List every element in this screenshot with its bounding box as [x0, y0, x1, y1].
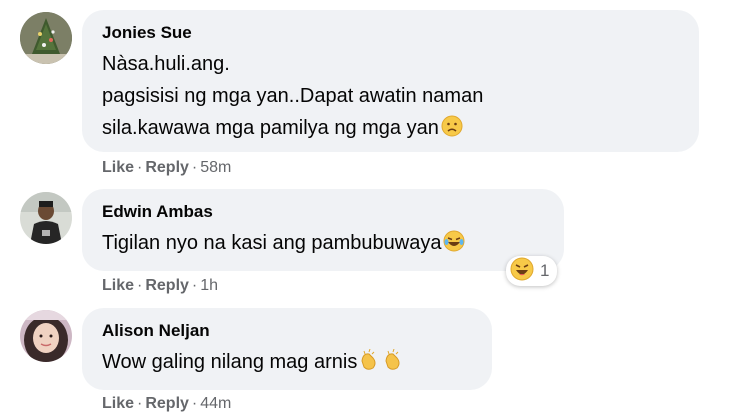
reaction-count: 1 — [540, 261, 550, 280]
comment-author[interactable]: Alison Neljan — [102, 320, 474, 342]
avatar[interactable] — [20, 192, 72, 244]
separator: · — [191, 277, 198, 294]
comment-text-line: Nàsa.huli.ang. — [102, 53, 230, 75]
separator: · — [191, 395, 198, 412]
comment-text-line: Tigilan nyo na kasi ang pambubuwaya — [102, 232, 442, 254]
avatar[interactable] — [20, 310, 72, 362]
comment-text-line: sila.kawawa mga pamilya ng mga yan — [102, 117, 439, 139]
timestamp[interactable]: 58m — [200, 159, 231, 176]
comment-text: Wow galing nilang mag arnis — [102, 346, 474, 381]
comment-bubble: Alison Neljan Wow galing nilang mag arni… — [82, 308, 492, 390]
timestamp[interactable]: 1h — [200, 277, 218, 294]
comment-actions: Like · Reply · 1h — [102, 276, 218, 296]
separator: · — [137, 395, 143, 412]
comment-actions: Like · Reply · 44m — [102, 394, 231, 414]
comment-author[interactable]: Jonies Sue — [102, 22, 681, 44]
separator: · — [137, 277, 143, 294]
timestamp[interactable]: 44m — [200, 395, 231, 412]
separator: · — [191, 159, 198, 176]
like-link[interactable]: Like — [102, 159, 134, 176]
comment-text-line: pagsisisi ng mga yan..Dapat awatin naman — [102, 85, 484, 107]
comment-text: Nàsa.huli.ang. pagsisisi ng mga yan..Dap… — [102, 48, 681, 147]
reply-link[interactable]: Reply — [145, 277, 189, 294]
comment-text: Tigilan nyo na kasi ang pambubuwaya — [102, 227, 546, 262]
separator: · — [137, 159, 143, 176]
like-link[interactable]: Like — [102, 277, 134, 294]
sad-face-icon — [441, 115, 463, 147]
like-link[interactable]: Like — [102, 395, 134, 412]
comment-author[interactable]: Edwin Ambas — [102, 201, 546, 223]
avatar[interactable] — [20, 12, 72, 64]
comment-actions: Like · Reply · 58m — [102, 158, 231, 178]
reply-link[interactable]: Reply — [145, 159, 189, 176]
laughing-tears-icon — [443, 230, 465, 262]
clapping-hands-icon — [359, 348, 407, 381]
reply-link[interactable]: Reply — [145, 395, 189, 412]
comment-bubble: Edwin Ambas Tigilan nyo na kasi ang pamb… — [82, 189, 564, 271]
reaction-count-pill[interactable]: 1 — [506, 256, 558, 286]
comment-bubble: Jonies Sue Nàsa.huli.ang. pagsisisi ng m… — [82, 10, 699, 152]
haha-reaction-icon — [510, 257, 534, 286]
comment-text-line: Wow galing nilang mag arnis — [102, 351, 358, 373]
